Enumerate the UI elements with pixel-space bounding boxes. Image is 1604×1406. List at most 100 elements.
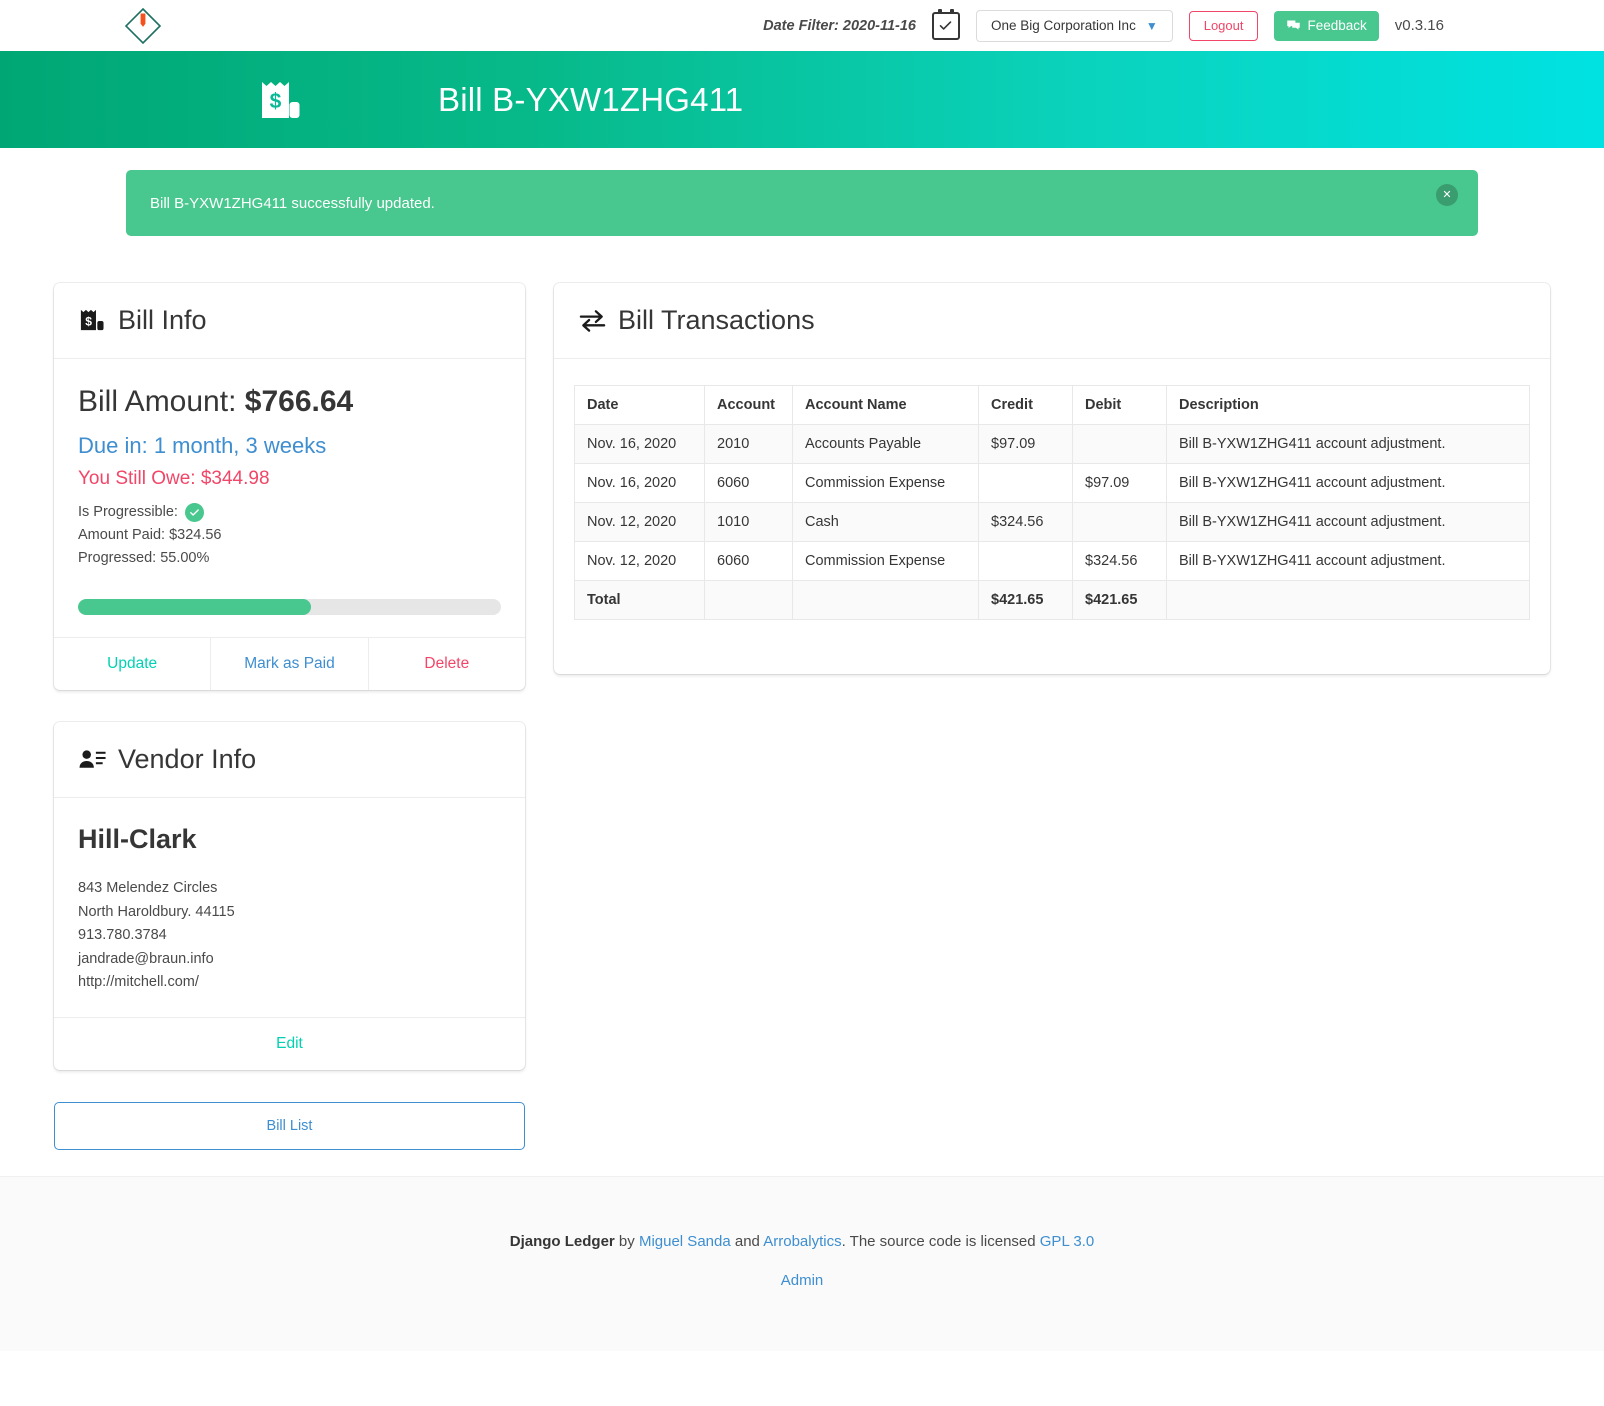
cell-total-debit: $421.65 — [1072, 580, 1167, 620]
vendor-info-card: Vendor Info Hill-Clark 843 Melendez Circ… — [54, 722, 525, 1070]
alert-container: Bill B-YXW1ZHG411 successfully updated. … — [0, 148, 1604, 236]
bill-progress-fill — [78, 599, 311, 615]
main-columns: $ Bill Info Bill Amount: $766.64 Due in:… — [0, 236, 1604, 1150]
entity-select-value: One Big Corporation Inc — [990, 18, 1136, 33]
vendor-address-line-1: 843 Melendez Circles — [78, 880, 218, 896]
check-circle-icon — [184, 503, 204, 522]
column-header-description: Description — [1166, 385, 1530, 425]
cell-date: Nov. 16, 2020 — [574, 463, 705, 503]
chevron-down-icon: ▼ — [1145, 18, 1158, 33]
entity-select[interactable]: One Big Corporation Inc ▼ — [975, 9, 1173, 42]
cell-account-name: Commission Expense — [792, 541, 979, 581]
cell-debit — [1072, 502, 1167, 542]
vendor-info-card-body: Hill-Clark 843 Melendez Circles North Ha… — [54, 798, 525, 1017]
vendor-address-line-2: North Haroldbury. 44115 — [78, 903, 235, 920]
is-progressible-row: Is Progressible: — [78, 501, 501, 524]
top-navbar: Date Filter: 2020-11-16 One Big Corporat… — [0, 0, 1604, 51]
column-header-debit: Debit — [1072, 385, 1167, 425]
bill-list-button[interactable]: Bill List — [54, 1101, 525, 1150]
cell-date: Nov. 12, 2020 — [574, 502, 705, 542]
mark-as-paid-button[interactable]: Mark as Paid — [210, 638, 367, 690]
vendor-name: Hill-Clark — [78, 824, 197, 854]
topnav-right-group: Date Filter: 2020-11-16 One Big Corporat… — [763, 8, 1444, 42]
footer-product-name: Django Ledger — [509, 1232, 615, 1250]
column-header-account-name: Account Name — [792, 385, 979, 425]
django-ledger-diamond-logo-icon — [124, 7, 162, 45]
brand-logo-link[interactable] — [122, 5, 164, 47]
footer-credit-line: Django Ledger by Miguel Sanda and Arroba… — [0, 1233, 1604, 1250]
cell-credit: $97.09 — [978, 424, 1073, 464]
table-total-row: Total $421.65 $421.65 — [574, 580, 1530, 620]
receipt-dollar-icon: $ — [80, 309, 104, 331]
logout-button[interactable]: Logout — [1188, 10, 1259, 41]
bill-amount-value: $766.64 — [244, 385, 354, 418]
bill-transactions-table: Date Account Account Name Credit Debit D… — [574, 385, 1530, 620]
cell-account: 2010 — [704, 424, 793, 464]
cell-description: Bill B-YXW1ZHG411 account adjustment. — [1166, 502, 1530, 542]
footer-and-text: and — [730, 1232, 764, 1250]
calendar-check-icon-button[interactable] — [931, 8, 960, 40]
page-hero-banner: $ Bill B-YXW1ZHG411 — [0, 51, 1604, 148]
page-footer: Django Ledger by Miguel Sanda and Arroba… — [0, 1175, 1604, 1351]
bill-info-card-header: $ Bill Info — [54, 283, 525, 359]
edit-vendor-button[interactable]: Edit — [54, 1018, 525, 1070]
bill-info-card-body: Bill Amount: $766.64 Due in: 1 month, 3 … — [54, 359, 525, 637]
success-alert: Bill B-YXW1ZHG411 successfully updated. … — [126, 170, 1478, 236]
cell-credit — [978, 463, 1073, 503]
app-version: v0.3.16 — [1394, 17, 1444, 34]
bill-due-in: Due in: 1 month, 3 weeks — [78, 433, 327, 458]
table-row: Nov. 16, 2020 2010 Accounts Payable $97.09 B… — [574, 424, 1530, 464]
feedback-button[interactable]: Feedback — [1274, 10, 1379, 41]
cell-total-credit: $421.65 — [978, 580, 1073, 620]
cell-credit: $324.56 — [978, 502, 1073, 542]
footer-org-link[interactable]: Arrobalytics — [763, 1233, 841, 1250]
cell-account: 6060 — [704, 463, 793, 503]
bill-info-card: $ Bill Info Bill Amount: $766.64 Due in:… — [54, 283, 525, 690]
svg-text:$: $ — [85, 314, 92, 328]
bill-progress-bar — [78, 599, 501, 615]
cell-total-account-name — [792, 580, 979, 620]
cell-account: 1010 — [704, 502, 793, 542]
table-row: Nov. 16, 2020 6060 Commission Expense $97.0… — [574, 463, 1530, 503]
svg-text:$: $ — [270, 90, 282, 113]
cell-description: Bill B-YXW1ZHG411 account adjustment. — [1166, 424, 1530, 464]
cell-account-name: Accounts Payable — [792, 424, 979, 464]
vendor-phone: 913.780.3784 — [78, 927, 167, 943]
vendor-email: jandrade@braun.info — [78, 950, 214, 967]
cell-date: Nov. 12, 2020 — [574, 541, 705, 581]
cell-debit: $97.09 — [1072, 463, 1167, 503]
right-column: Bill Transactions Date Account Account N… — [554, 283, 1550, 706]
update-button[interactable]: Update — [54, 638, 210, 690]
delete-button[interactable]: Delete — [367, 638, 525, 690]
comments-icon — [1287, 20, 1301, 30]
footer-license-text: . The source code is licensed — [841, 1232, 1040, 1250]
vendor-info-card-header: Vendor Info — [54, 722, 525, 798]
footer-admin-line: Admin — [0, 1272, 1604, 1289]
column-header-date: Date — [574, 385, 705, 425]
check-icon — [190, 509, 199, 516]
bill-still-owe: You Still Owe: $344.98 — [78, 468, 270, 489]
page-title: Bill B-YXW1ZHG411 — [438, 80, 744, 118]
table-row: Nov. 12, 2020 1010 Cash $324.56 Bill B-YXW1Z… — [574, 502, 1530, 542]
vendor-info-actions: Edit — [54, 1016, 525, 1070]
address-card-icon — [79, 750, 106, 768]
footer-license-link[interactable]: GPL 3.0 — [1040, 1233, 1094, 1250]
amount-paid-row: Amount Paid: $324.56 — [78, 527, 222, 543]
cell-credit — [978, 541, 1073, 581]
admin-link[interactable]: Admin — [781, 1272, 824, 1289]
exchange-arrows-icon — [579, 310, 606, 332]
cell-debit: $324.56 — [1072, 541, 1167, 581]
footer-author-link[interactable]: Miguel Sanda — [639, 1233, 731, 1250]
bill-amount-label: Bill Amount: — [78, 385, 237, 418]
column-header-account: Account — [704, 385, 793, 425]
vendor-info-heading: Vendor Info — [118, 744, 257, 774]
receipt-dollar-icon: $ — [262, 81, 300, 118]
cell-total-account — [704, 580, 793, 620]
bill-amount-row: Bill Amount: $766.64 — [78, 385, 501, 419]
cell-description: Bill B-YXW1ZHG411 account adjustment. — [1166, 541, 1530, 581]
close-icon-button[interactable]: ✕ — [1436, 184, 1458, 206]
bill-info-heading: Bill Info — [118, 305, 207, 335]
cell-total-description — [1166, 580, 1530, 620]
cell-account-name: Cash — [792, 502, 979, 542]
cell-date: Nov. 16, 2020 — [574, 424, 705, 464]
